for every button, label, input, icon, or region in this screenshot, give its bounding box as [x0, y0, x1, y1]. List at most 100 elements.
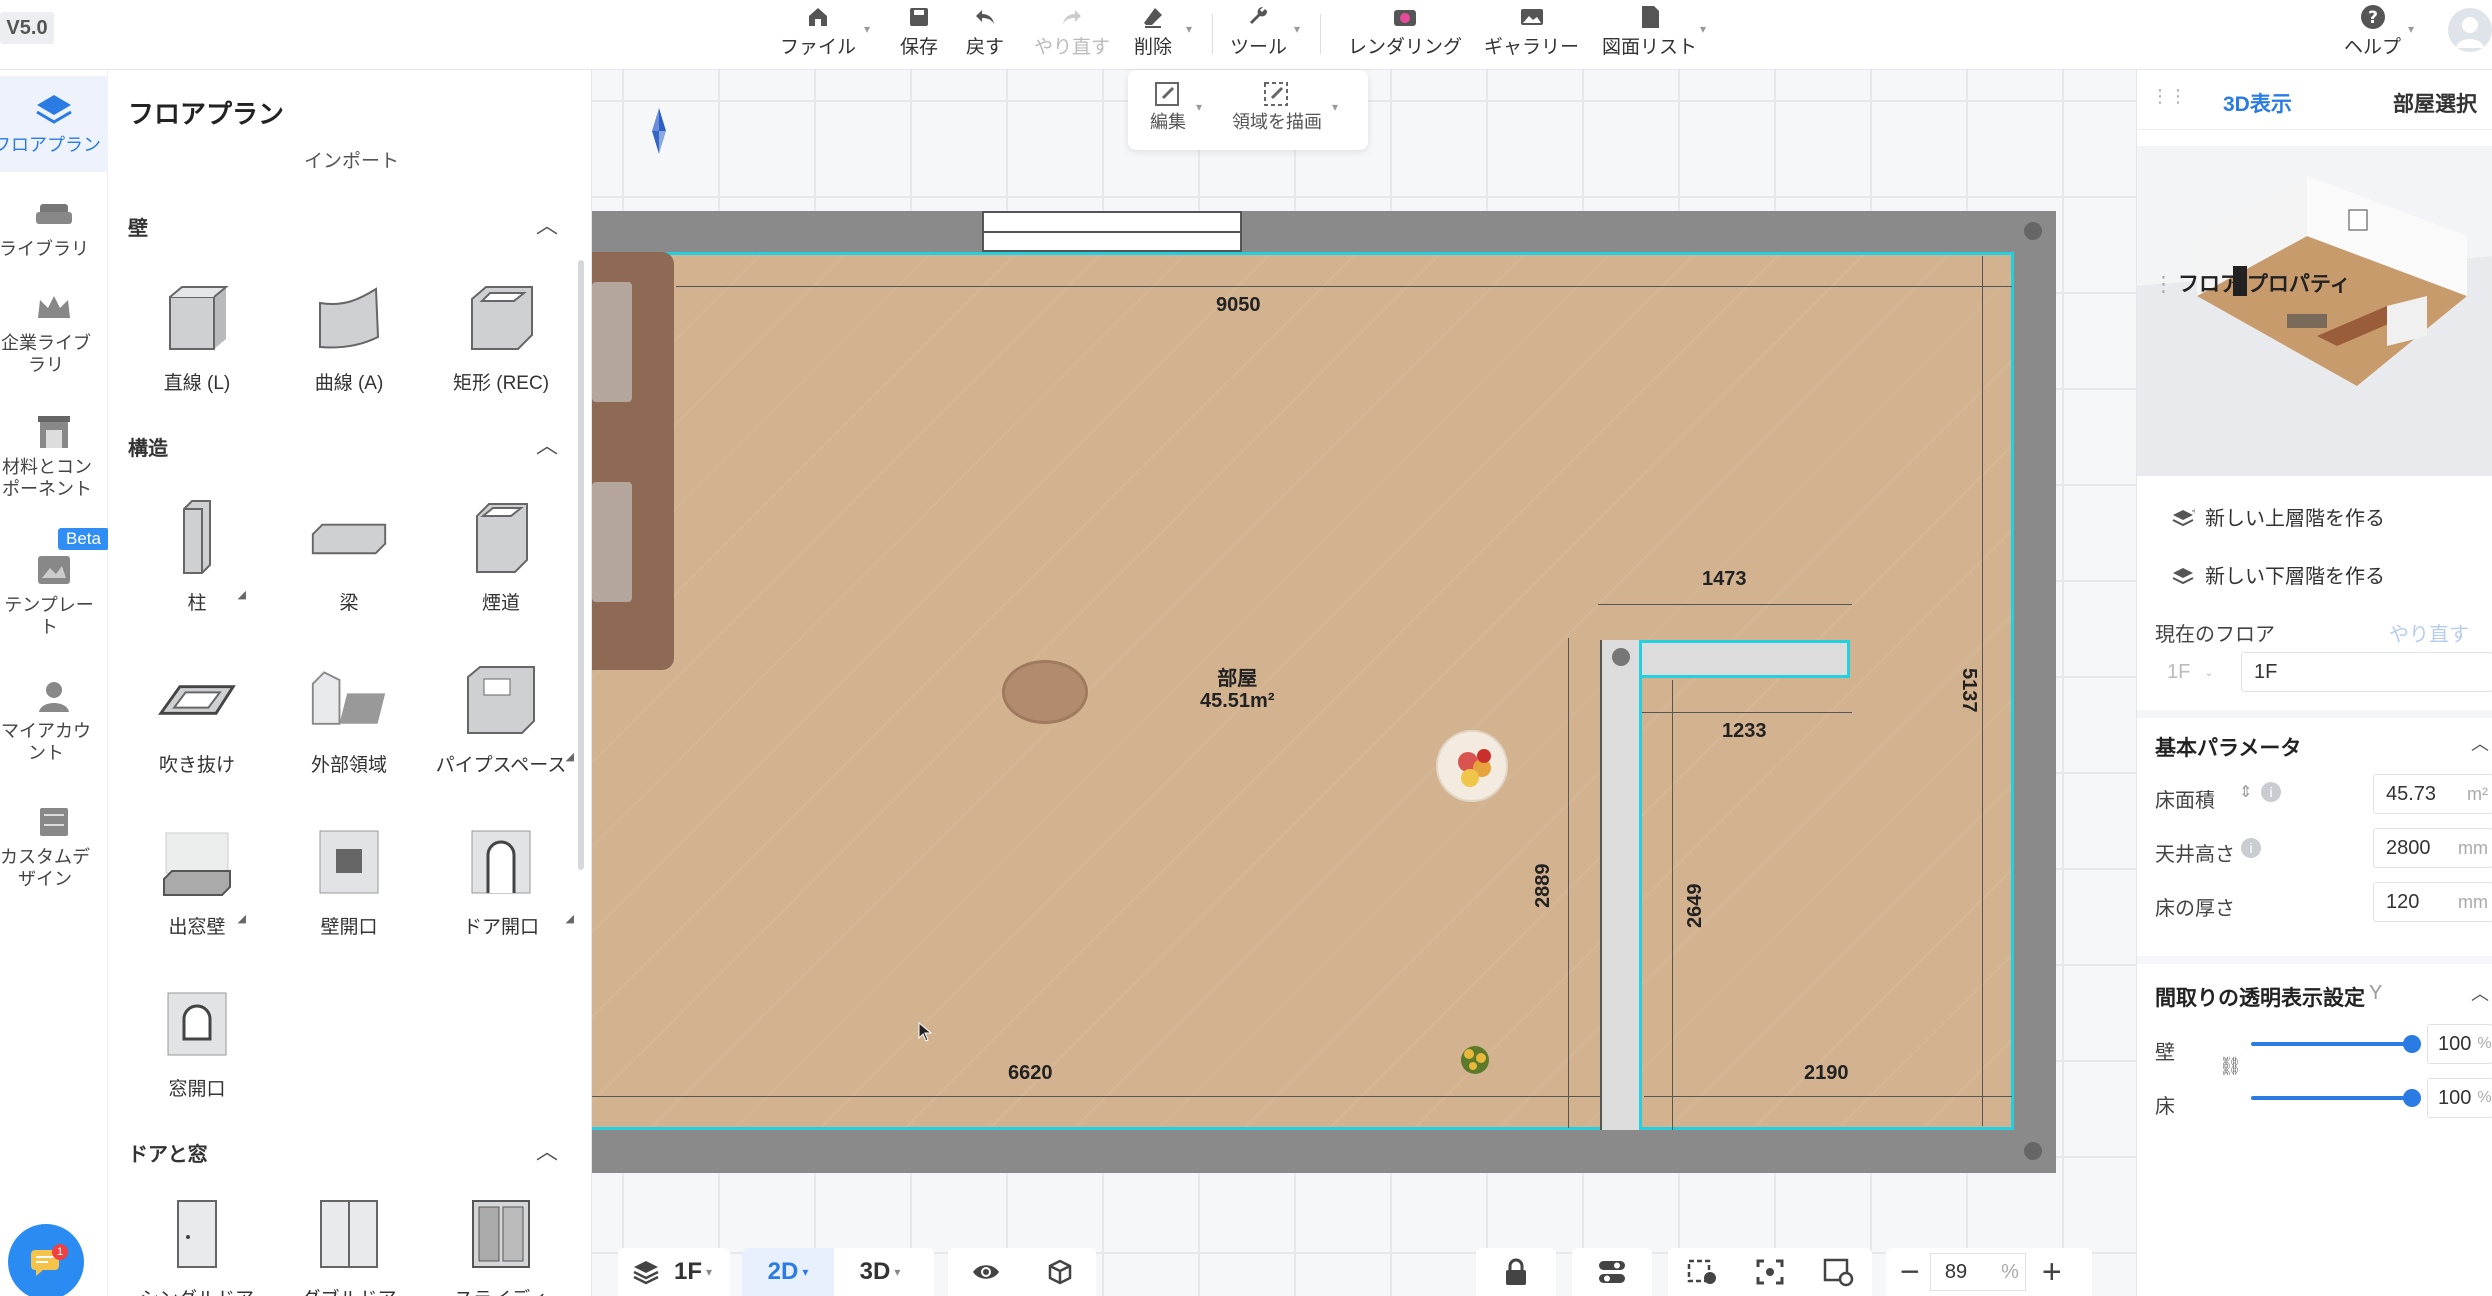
tool-curved-wall[interactable]: 曲線 (A) — [274, 270, 424, 410]
drawing-list-button[interactable]: 図面リスト — [1602, 2, 1697, 59]
tool-wall-opening[interactable]: 壁開口 — [274, 814, 424, 954]
floor-opacity-input[interactable]: 100 % — [2427, 1078, 2492, 1118]
floor-opacity-slider[interactable] — [2251, 1096, 2411, 1100]
tool-window-opening[interactable]: 窓開口 — [122, 976, 272, 1116]
zoom-out-button[interactable]: − — [1900, 1255, 1920, 1289]
import-link[interactable]: インポート — [304, 146, 399, 173]
eye-icon[interactable] — [971, 1261, 1001, 1283]
tool-flue[interactable]: 煙道 — [426, 490, 576, 630]
chat-support-button[interactable] — [8, 1224, 84, 1296]
wall-opacity-knob[interactable] — [2403, 1035, 2421, 1053]
delete-button[interactable]: 削除 — [1134, 2, 1172, 59]
rail-item-materials[interactable]: 材料とコンポーネント — [0, 410, 108, 500]
floor-switcher[interactable]: 1F ▾ — [618, 1248, 730, 1296]
l-wall-vertical[interactable] — [1600, 640, 1642, 1130]
tool-door-opening[interactable]: ドア開口 ◢ — [426, 814, 576, 954]
section-door-window[interactable]: ドアと窓 ︿ — [128, 1138, 568, 1167]
view-3d-button[interactable]: 3D ▾ — [834, 1248, 926, 1296]
side-table[interactable] — [1002, 660, 1088, 724]
redo-link[interactable]: やり直す — [2389, 618, 2469, 647]
plant[interactable] — [1455, 1040, 1495, 1082]
floor-area-input[interactable]: 45.73 m² — [2373, 774, 2492, 814]
link-icon[interactable]: ⛓ — [2219, 1056, 2242, 1077]
rail-item-template[interactable]: テンプレート — [0, 548, 108, 638]
file-menu-button[interactable]: ファイル — [780, 2, 856, 59]
tool-atrium[interactable]: 吹き抜け — [122, 652, 272, 792]
drag-handle-icon[interactable]: ⋮⋮ — [2151, 86, 2187, 107]
avatar[interactable] — [2448, 8, 2492, 52]
view-2d-button[interactable]: 2D ▾ — [742, 1248, 834, 1296]
ceiling-height-input[interactable]: 2800 mm — [2373, 828, 2492, 868]
tool-straight-wall[interactable]: 直線 (L) — [122, 270, 272, 410]
zoom-in-button[interactable]: + — [2042, 1255, 2062, 1289]
edit-button[interactable]: 編集 — [1150, 80, 1186, 134]
sort-icon[interactable]: ⇕ — [2239, 782, 2252, 802]
wall-opacity-input[interactable]: 100 % — [2427, 1024, 2492, 1064]
save-button[interactable]: 保存 — [900, 2, 938, 59]
rail-item-enterprise-library[interactable]: 企業ライブラリ — [0, 286, 108, 376]
dimension-line-l-left — [1568, 638, 1569, 1128]
3d-preview[interactable] — [2137, 146, 2492, 476]
divider — [2137, 956, 2492, 964]
rail-item-custom-design[interactable]: カスタムデザイン — [0, 800, 108, 890]
tool-sliding-door[interactable]: スライディ — [426, 1186, 576, 1296]
render-button[interactable]: レンダリング — [1348, 2, 1462, 59]
wall-corner-node[interactable] — [2024, 1142, 2042, 1160]
expand-corner-icon: ◢ — [237, 589, 246, 601]
section-wall[interactable]: 壁 ︿ — [128, 212, 568, 241]
gallery-button[interactable]: ギャラリー — [1484, 2, 1579, 59]
wall-corner-node[interactable] — [2024, 222, 2042, 240]
floor-name-input[interactable]: 1F — [2241, 652, 2492, 692]
tool-single-door[interactable]: シングルドア — [122, 1186, 272, 1296]
help-button[interactable]: ? ヘルプ — [2344, 2, 2401, 59]
floor-code-select[interactable]: 1F ⌄ — [2155, 652, 2229, 692]
tools-menu-button[interactable]: ツール — [1230, 2, 1287, 59]
section-structure[interactable]: 構造 ︿ — [128, 432, 568, 461]
tool-column[interactable]: 柱 ◢ — [122, 490, 272, 630]
undo-button[interactable]: 戻す — [966, 2, 1004, 59]
chevron-up-icon: ︿ — [535, 433, 558, 458]
wall-opacity-slider[interactable] — [2251, 1042, 2411, 1046]
redo-button[interactable]: やり直す — [1034, 2, 1110, 59]
rail-item-library[interactable]: ライブラリ — [0, 192, 108, 260]
tool-beam[interactable]: 梁 — [274, 490, 424, 630]
rail-item-floorplan[interactable]: フロアプラン — [0, 76, 108, 172]
drag-handle-icon[interactable]: ⋮ — [2153, 273, 2174, 296]
tool-bay-window-wall[interactable]: 出窓壁 ◢ — [122, 814, 272, 954]
tool-rectangle-wall[interactable]: 矩形 (REC) — [426, 270, 576, 410]
basic-params-title: 基本パラメータ — [2155, 737, 2302, 760]
rail-item-account[interactable]: マイアカウント — [0, 674, 108, 764]
chevron-up-icon[interactable]: ︿ — [2471, 980, 2489, 1006]
top-window[interactable] — [982, 211, 1242, 252]
tool-pipe-space[interactable]: パイプスペース ◢ — [426, 652, 576, 792]
rectangle-wall-icon — [461, 278, 541, 358]
room-label[interactable]: 部屋 45.51m² — [1200, 668, 1275, 712]
cube-icon[interactable] — [1046, 1258, 1074, 1286]
chevron-up-icon[interactable]: ︿ — [2471, 730, 2489, 756]
left-nav-rail: フロアプラン ライブラリ 企業ライブラリ 材料とコンポーネント Beta テンプ… — [0, 70, 109, 1296]
tab-3d-view[interactable]: 3D表示 — [2223, 88, 2292, 118]
toggle-settings-button[interactable] — [1572, 1248, 1652, 1296]
fit-settings-icon[interactable] — [1686, 1258, 1718, 1286]
new-lower-floor-button[interactable]: 新しい下層階を作る — [2171, 560, 2385, 589]
new-upper-floor-button[interactable]: + 新しい上層階を作る — [2171, 502, 2385, 531]
tool-double-door[interactable]: ダブルドア — [274, 1186, 424, 1296]
draw-area-button[interactable]: 領域を描画 — [1232, 80, 1322, 134]
zoom-input[interactable]: 89 % — [1929, 1253, 2026, 1291]
info-icon[interactable]: i — [2241, 838, 2261, 858]
screenshot-icon[interactable] — [1822, 1257, 1854, 1287]
tab-room-select[interactable]: 部屋選択 — [2393, 88, 2477, 118]
notification-badge: 1 — [52, 1244, 68, 1260]
wall-corner-node[interactable] — [1612, 648, 1630, 666]
toolbar-divider — [1320, 14, 1321, 54]
fruit-bowl[interactable] — [1436, 730, 1508, 802]
panel-scrollbar[interactable] — [578, 260, 584, 870]
floor-thickness-input[interactable]: 120 mm — [2373, 882, 2492, 922]
floor-opacity-knob[interactable] — [2403, 1089, 2421, 1107]
transparency-title: 間取りの透明表示設定 — [2155, 987, 2365, 1010]
tool-exterior-area[interactable]: 外部領域 — [274, 652, 424, 792]
lock-button[interactable] — [1476, 1248, 1556, 1296]
fit-screen-icon[interactable] — [1755, 1258, 1785, 1286]
sofa[interactable] — [592, 252, 674, 670]
info-icon[interactable]: i — [2261, 782, 2281, 802]
